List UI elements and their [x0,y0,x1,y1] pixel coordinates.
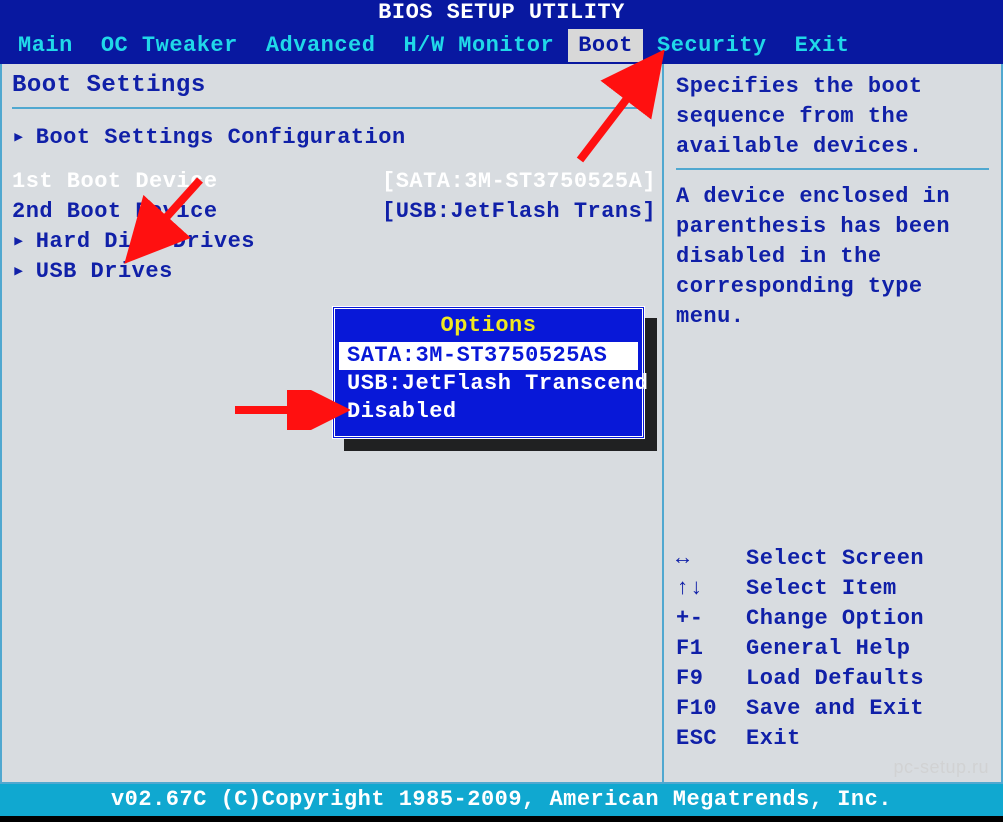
section-title: Boot Settings [12,72,652,99]
menu-value: [SATA:3M-ST3750525A] [382,167,656,197]
key-exit: ESC Exit [676,724,989,754]
spacer [12,153,652,167]
tab-hw-monitor[interactable]: H/W Monitor [389,29,568,62]
key-symbol: ↑↓ [676,574,746,604]
content-wrap: Boot Settings Boot Settings Configuratio… [0,64,1003,784]
key-desc: Change Option [746,604,924,634]
bios-screen: BIOS SETUP UTILITY Main OC Tweaker Advan… [0,0,1003,822]
key-select-screen: ↔ Select Screen [676,544,989,574]
key-symbol: F9 [676,664,746,694]
key-legend: ↔ Select Screen ↑↓ Select Item +- Change… [676,544,989,754]
tab-oc-tweaker[interactable]: OC Tweaker [87,29,252,62]
title-bar: BIOS SETUP UTILITY [0,0,1003,26]
popup-option-sata[interactable]: SATA:3M-ST3750525AS [339,342,638,370]
menu-label: 1st Boot Device [12,167,382,197]
main-panel: Boot Settings Boot Settings Configuratio… [2,64,662,782]
key-desc: Select Screen [746,544,924,574]
menu-usb-drives[interactable]: USB Drives [12,257,652,287]
key-load-defaults: F9 Load Defaults [676,664,989,694]
menu-2nd-boot-device[interactable]: 2nd Boot Device [USB:JetFlash Trans] [12,197,652,227]
menu-1st-boot-device[interactable]: 1st Boot Device [SATA:3M-ST3750525A] [12,167,652,197]
key-symbol: +- [676,604,746,634]
menu-boot-settings-config[interactable]: Boot Settings Configuration [12,123,652,153]
options-popup: Options SATA:3M-ST3750525AS USB:JetFlash… [332,306,645,439]
popup-title: Options [347,313,630,338]
tab-security[interactable]: Security [643,29,781,62]
watermark: pc-setup.ru [893,757,989,778]
menu-label: Boot Settings Configuration [36,123,406,153]
footer-copyright: v02.67C (C)Copyright 1985-2009, American… [0,784,1003,816]
menu-label: 2nd Boot Device [12,197,382,227]
key-desc: Select Item [746,574,897,604]
key-desc: General Help [746,634,910,664]
key-symbol: ↔ [676,544,746,574]
key-save-and-exit: F10 Save and Exit [676,694,989,724]
key-symbol: F10 [676,694,746,724]
app-title: BIOS SETUP UTILITY [378,0,625,25]
popup-option-usb[interactable]: USB:JetFlash Transcend [347,370,630,398]
help-paragraph-1: Specifies the boot sequence from the ava… [676,72,989,162]
menu-label: Hard Disk Drives [36,227,406,257]
popup-option-disabled[interactable]: Disabled [347,398,630,426]
help-paragraph-2: A device enclosed in parenthesis has bee… [676,182,989,332]
key-general-help: F1 General Help [676,634,989,664]
tab-exit[interactable]: Exit [781,29,864,62]
menu-hard-disk-drives[interactable]: Hard Disk Drives [12,227,652,257]
key-change-option: +- Change Option [676,604,989,634]
key-desc: Save and Exit [746,694,924,724]
help-separator [676,168,989,170]
help-panel: Specifies the boot sequence from the ava… [662,64,1001,782]
menu-label: USB Drives [36,257,406,287]
key-desc: Load Defaults [746,664,924,694]
key-symbol: F1 [676,634,746,664]
menu-value: [USB:JetFlash Trans] [382,197,656,227]
tab-bar: Main OC Tweaker Advanced H/W Monitor Boo… [0,26,1003,64]
key-symbol: ESC [676,724,746,754]
tab-main[interactable]: Main [4,29,87,62]
separator [12,107,652,109]
key-desc: Exit [746,724,801,754]
key-select-item: ↑↓ Select Item [676,574,989,604]
tab-boot[interactable]: Boot [568,29,643,62]
tab-advanced[interactable]: Advanced [252,29,390,62]
